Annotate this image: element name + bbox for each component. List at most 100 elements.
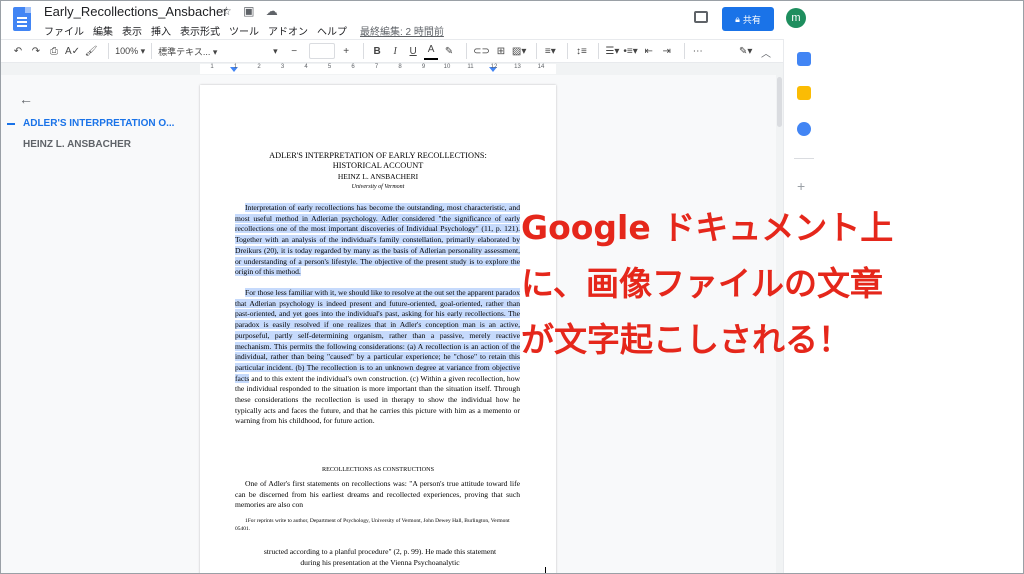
- editing-toolbar: ↶ ↷ ⎙ A✓ 🖌︎ 100% ▾ 標準テキス... ▾ ▾ − + B I …: [1, 39, 783, 63]
- paint-format-icon[interactable]: 🖌︎: [84, 42, 98, 60]
- footnote: 1For reprints write to author, Departmen…: [235, 518, 510, 532]
- menu-tools[interactable]: ツール: [229, 23, 259, 38]
- toolbar-divider: [363, 43, 365, 59]
- doc-author: HEINZ L. ANSBACHERI: [337, 172, 419, 181]
- ruler-number: 3: [280, 64, 285, 70]
- toolbar-divider: [567, 43, 569, 59]
- undo-icon[interactable]: ↶: [11, 42, 25, 60]
- caption-overlay: Google ドキュメント上 に、画像ファイルの文章 が文字起こしされる！: [521, 200, 1021, 368]
- redo-icon[interactable]: ↷: [29, 42, 43, 60]
- link-icon[interactable]: ⊂⊃: [473, 42, 490, 60]
- cloud-status-icon[interactable]: ☁: [266, 4, 278, 18]
- underline-button[interactable]: U: [406, 42, 420, 60]
- toolbar-divider: [466, 43, 468, 59]
- ruler-number: 11: [467, 64, 474, 70]
- line-spacing-icon[interactable]: ↕≡: [574, 42, 588, 60]
- toolbar-divider: [151, 43, 153, 59]
- outline-active-indicator: [7, 123, 15, 125]
- checklist-icon[interactable]: ☰▾: [605, 42, 619, 60]
- ruler-number: 10: [443, 64, 451, 70]
- ruler-number: 12: [490, 64, 498, 70]
- ruler-number: 14: [537, 64, 545, 70]
- bulleted-list-icon[interactable]: •≡▾: [623, 42, 637, 60]
- ruler-number: 2: [257, 64, 261, 70]
- folder-move-icon[interactable]: ▣: [243, 4, 254, 18]
- ruler-number: 9: [421, 64, 426, 70]
- paragraph-4: structed according to a planful procedur…: [263, 547, 497, 567]
- zoom-value: 100%: [115, 45, 139, 56]
- paragraph-3: One of Adler's first statements on recol…: [235, 479, 520, 510]
- bold-button[interactable]: B: [370, 42, 384, 60]
- paragraph-2-rest: and to this extent the individual's own …: [235, 373, 520, 426]
- app-header: Early_Recollections_Ansbacher ☆ ▣ ☁ ファイル…: [1, 1, 1023, 39]
- comment-history-icon[interactable]: [694, 11, 708, 23]
- menu-file[interactable]: ファイル: [44, 23, 84, 38]
- avatar[interactable]: m: [786, 8, 806, 28]
- outline-back-icon[interactable]: ←: [19, 91, 33, 107]
- menu-bar: ファイル 編集 表示 挿入 表示形式 ツール アドオン ヘルプ 最終編集: 2 …: [44, 23, 453, 38]
- more-options-button[interactable]: ⋯: [691, 42, 705, 60]
- font-size-input[interactable]: [309, 43, 336, 59]
- menu-addons[interactable]: アドオン: [268, 23, 308, 38]
- font-size-decrease-button[interactable]: −: [287, 42, 301, 60]
- side-divider: [794, 158, 814, 159]
- outline-item-heading-2[interactable]: HEINZ L. ANSBACHER: [23, 139, 131, 150]
- horizontal-ruler[interactable]: 1 1 2 3 4 5 6 7 8 9 10 11 12 13 14: [200, 64, 556, 74]
- menu-edit[interactable]: 編集: [93, 23, 113, 38]
- ruler-number: 8: [398, 64, 402, 70]
- highlight-icon[interactable]: ✎: [442, 42, 456, 60]
- document-page[interactable]: ADLER'S INTERPRETATION OF EARLY RECOLLEC…: [200, 85, 556, 573]
- caption-line-2: に、画像ファイルの文章: [521, 264, 884, 303]
- selected-text: Interpretation of early recollections ha…: [235, 203, 520, 277]
- toolbar-divider: [598, 43, 600, 59]
- increase-indent-icon[interactable]: ⇥: [660, 42, 674, 60]
- style-value: 標準テキス...: [158, 46, 211, 57]
- caption-line-1: Google ドキュメント上: [521, 208, 894, 247]
- paragraph-2: For those less familiar with it, we shou…: [235, 288, 520, 427]
- last-edit-link[interactable]: 最終編集: 2 時間前: [360, 23, 444, 38]
- star-icon[interactable]: ☆: [221, 4, 232, 18]
- add-addon-icon[interactable]: +: [797, 178, 805, 194]
- style-select[interactable]: 標準テキス... ▾: [158, 45, 273, 58]
- app-window: Early_Recollections_Ansbacher ☆ ▣ ☁ ファイル…: [0, 0, 1024, 574]
- doc-title-line-1: ADLER'S INTERPRETATION OF EARLY RECOLLEC…: [269, 151, 487, 160]
- text-color-button[interactable]: A: [424, 42, 439, 60]
- menu-view[interactable]: 表示: [122, 23, 142, 38]
- ruler-number: 5: [327, 64, 332, 70]
- align-icon[interactable]: ≡▾: [543, 42, 557, 60]
- ruler-number: 6: [351, 64, 355, 70]
- lock-icon: 🔒︎: [735, 13, 740, 24]
- tasks-icon[interactable]: [797, 122, 811, 136]
- decrease-indent-icon[interactable]: ⇤: [642, 42, 656, 60]
- zoom-select[interactable]: 100% ▾: [115, 46, 145, 57]
- mouse-cursor: [545, 567, 546, 573]
- font-select[interactable]: ▾: [273, 46, 287, 57]
- calendar-icon[interactable]: [797, 52, 811, 66]
- keep-icon[interactable]: [797, 86, 811, 100]
- share-button[interactable]: 🔒︎ 共有: [722, 7, 774, 31]
- menu-insert[interactable]: 挿入: [151, 23, 171, 38]
- share-label: 共有: [742, 14, 761, 25]
- doc-title-line-2: HISTORICAL ACCOUNT: [332, 161, 424, 170]
- selected-text: For those less familiar with it, we shou…: [235, 288, 520, 383]
- document-title[interactable]: Early_Recollections_Ansbacher: [44, 4, 228, 19]
- menu-format[interactable]: 表示形式: [180, 23, 220, 38]
- print-icon[interactable]: ⎙: [47, 42, 61, 60]
- section-heading: RECOLLECTIONS AS CONSTRUCTIONS: [321, 466, 435, 473]
- docs-logo-icon[interactable]: [13, 7, 31, 31]
- ruler-number: 1: [233, 64, 238, 70]
- font-size-increase-button[interactable]: +: [339, 42, 353, 60]
- add-comment-icon[interactable]: ⊞: [494, 42, 508, 60]
- hide-menus-icon[interactable]: ︿: [761, 45, 771, 60]
- spellcheck-icon[interactable]: A✓: [65, 42, 80, 60]
- menu-help[interactable]: ヘルプ: [317, 23, 347, 38]
- italic-button[interactable]: I: [388, 42, 402, 60]
- title-icon-group: ☆ ▣ ☁: [221, 4, 286, 18]
- editing-mode-icon[interactable]: ✎▾: [739, 42, 753, 60]
- scrollbar-thumb[interactable]: [777, 77, 782, 127]
- ruler-number: 7: [374, 64, 379, 70]
- toolbar-divider: [536, 43, 538, 59]
- toolbar-divider: [683, 43, 685, 59]
- outline-item-heading-1[interactable]: ADLER'S INTERPRETATION O...: [23, 118, 174, 129]
- insert-image-icon[interactable]: ▨▾: [512, 42, 526, 60]
